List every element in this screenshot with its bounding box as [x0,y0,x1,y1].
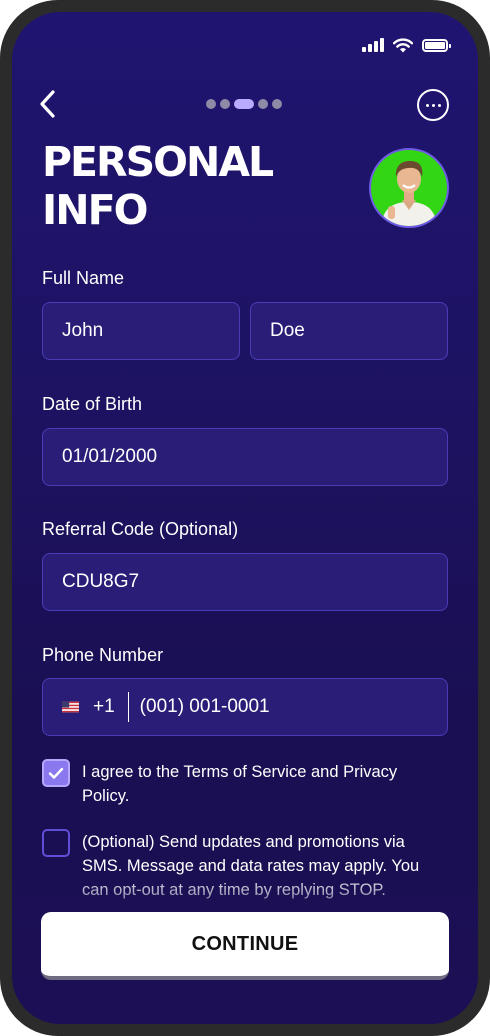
referral-code-input[interactable]: CDU8G7 [42,553,448,611]
us-flag-icon[interactable] [62,701,79,713]
progress-dot [258,99,268,109]
referral-code-value: CDU8G7 [62,571,140,592]
first-name-value: John [62,320,104,341]
terms-text: I agree to the Terms of Service and Priv… [82,763,398,805]
progress-dot-active [234,99,254,109]
first-name-input[interactable]: John [42,302,240,360]
referral-code-label: Referral Code (Optional) [42,519,239,539]
continue-button[interactable]: CONTINUE [41,912,449,980]
battery-full-icon [422,38,451,52]
phone-number-input[interactable]: +1 (001) 001-0001 [42,678,448,736]
phone-frame: PERSONAL INFO Full Name John Doe Date of… [0,0,490,1036]
more-horizontal-icon [425,103,429,107]
dot [437,103,441,107]
phone-number-value: (001) 001-0001 [139,696,270,717]
avatar[interactable] [369,148,449,228]
dob-label: Date of Birth [42,394,143,414]
last-name-value: Doe [270,320,305,341]
status-bar [362,36,451,54]
terms-checkbox[interactable] [42,759,70,787]
back-button[interactable] [36,86,60,122]
dob-value: 01/01/2000 [62,446,158,467]
screen: PERSONAL INFO Full Name John Doe Date of… [12,12,478,1024]
checkmark-icon [48,767,64,779]
progress-dot [272,99,282,109]
progress-dot [206,99,216,109]
last-name-input[interactable]: Doe [250,302,448,360]
page-title-line1: PERSONAL [42,138,274,186]
phone-number-label: Phone Number [42,645,164,665]
progress-dot [220,99,230,109]
dot [431,103,435,107]
sms-consent-checkbox[interactable] [42,829,70,857]
divider [127,692,129,722]
step-progress-indicator [206,99,282,109]
country-code[interactable]: +1 [93,696,115,718]
cellular-signal-icon [362,38,384,52]
person-photo-icon [381,161,437,226]
more-options-button[interactable] [417,89,449,121]
page-title-line2: INFO [42,186,148,234]
page-title: PERSONAL INFO [42,138,302,234]
chevron-left-icon [40,90,55,118]
full-name-label: Full Name [42,268,125,288]
wifi-icon [393,37,413,52]
dob-input[interactable]: 01/01/2000 [42,428,448,486]
